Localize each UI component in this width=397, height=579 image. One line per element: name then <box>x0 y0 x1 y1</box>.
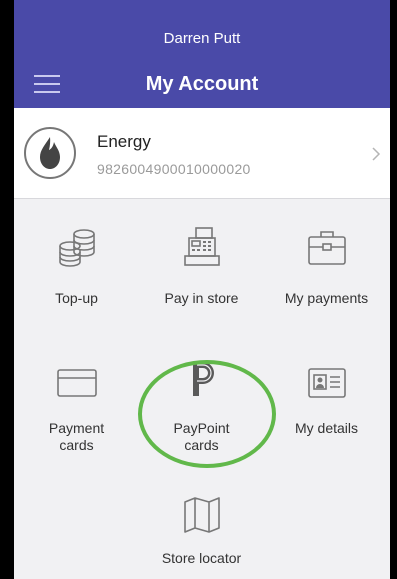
flame-icon <box>24 127 76 179</box>
tile-label: Store locator <box>161 550 242 566</box>
tile-top-up[interactable]: Top-up <box>14 216 139 336</box>
app-screen: Darren Putt My Account Energy 9826004900… <box>14 0 390 579</box>
app-header: Darren Putt My Account <box>14 0 390 108</box>
page-title: My Account <box>145 73 259 95</box>
user-name: Darren Putt <box>163 30 241 47</box>
tile-label: My details <box>294 420 359 436</box>
tile-label: Pay in store <box>164 290 239 306</box>
account-name: Energy <box>97 132 151 151</box>
account-row[interactable]: Energy 9826004900010000020 <box>14 108 390 199</box>
account-number: 9826004900010000020 <box>97 161 251 177</box>
coins-icon <box>59 229 95 267</box>
id-card-icon <box>308 368 346 398</box>
briefcase-icon <box>308 231 346 265</box>
map-icon <box>184 497 220 533</box>
tile-pay-in-store[interactable]: Pay in store <box>139 216 264 336</box>
credit-card-icon <box>57 369 97 397</box>
tile-label: Payment cards <box>48 420 105 453</box>
tile-paypoint-cards[interactable]: PayPoint cards <box>139 350 264 470</box>
tile-my-payments[interactable]: My payments <box>264 216 389 336</box>
tile-my-details[interactable]: My details <box>264 350 389 470</box>
tile-label: Top-up <box>55 290 98 306</box>
tile-label: My payments <box>284 290 369 306</box>
cash-register-icon <box>184 227 220 266</box>
tile-label: PayPoint cards <box>173 420 230 453</box>
tile-payment-cards[interactable]: Payment cards <box>14 350 139 470</box>
chevron-right-icon <box>372 147 381 161</box>
tile-store-locator[interactable]: Store locator <box>139 482 264 579</box>
paypoint-logo-icon <box>193 362 214 396</box>
